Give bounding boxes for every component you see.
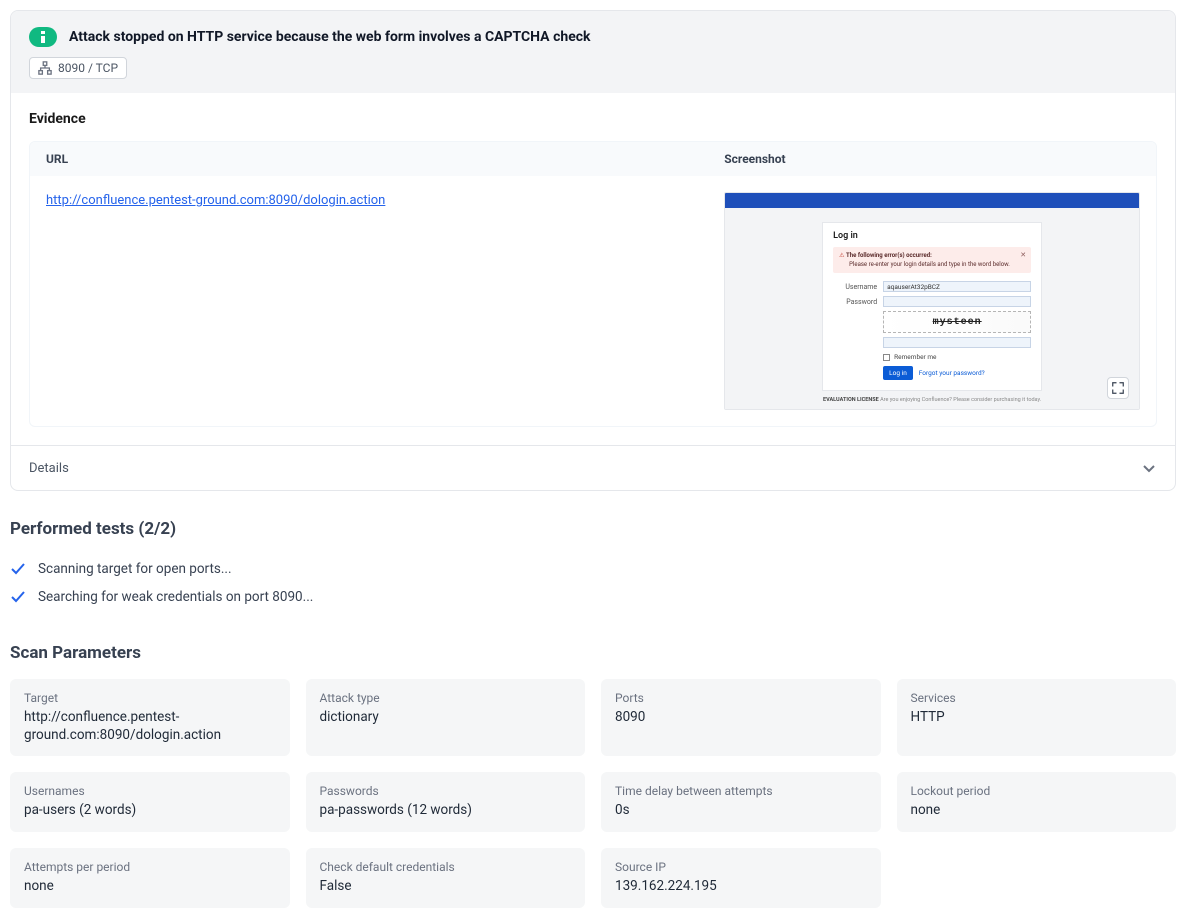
- chevron-down-icon: [1141, 460, 1157, 476]
- performed-tests-list: Scanning target for open ports... Search…: [10, 555, 1176, 611]
- screenshot-captcha-input: [883, 337, 1031, 348]
- scan-parameter: Source IP 139.162.224.195: [601, 848, 881, 908]
- column-header-screenshot: Screenshot: [724, 152, 1140, 166]
- scan-parameters-grid: Target http://confluence.pentest-ground.c…: [10, 679, 1176, 908]
- scan-parameter: Attack type dictionary: [306, 679, 586, 756]
- close-icon: ✕: [1020, 251, 1026, 259]
- scan-parameter-label: Ports: [615, 691, 867, 705]
- scan-parameter-label: Time delay between attempts: [615, 784, 867, 798]
- scan-parameter-label: Services: [911, 691, 1163, 705]
- scan-parameter-label: Passwords: [320, 784, 572, 798]
- scan-parameter-value: 139.162.224.195: [615, 878, 867, 896]
- scan-parameter: Ports 8090: [601, 679, 881, 756]
- scan-parameters-heading: Scan Parameters: [10, 643, 1176, 663]
- scan-parameter: Lockout period none: [897, 772, 1177, 832]
- severity-badge-info: [29, 27, 57, 47]
- evidence-row: http://confluence.pentest-ground.com:809…: [30, 176, 1156, 426]
- details-label: Details: [29, 461, 69, 476]
- finding-card: Attack stopped on HTTP service because t…: [10, 10, 1176, 491]
- performed-test-item: Searching for weak credentials on port 8…: [10, 583, 1176, 611]
- screenshot-password-input: [883, 296, 1031, 307]
- scan-parameter-value: dictionary: [320, 709, 572, 727]
- scan-parameter: Attempts per period none: [10, 848, 290, 908]
- warning-icon: ⚠: [839, 252, 844, 259]
- scan-parameter-label: Attempts per period: [24, 860, 276, 874]
- evidence-screenshot[interactable]: Log in ⚠ The following error(s) occurred…: [724, 192, 1140, 410]
- evidence-url-link[interactable]: http://confluence.pentest-ground.com:809…: [46, 193, 385, 208]
- scan-parameter: Time delay between attempts 0s: [601, 772, 881, 832]
- scan-parameter-value: pa-passwords (12 words): [320, 802, 572, 820]
- screenshot-remember-label: Remember me: [894, 353, 936, 361]
- screenshot-remember-checkbox: [883, 354, 890, 361]
- screenshot-forgot-link: Forgot your password?: [919, 369, 985, 377]
- finding-header: Attack stopped on HTTP service because t…: [11, 11, 1175, 93]
- screenshot-top-bar: [725, 193, 1139, 208]
- scan-parameter: Passwords pa-passwords (12 words): [306, 772, 586, 832]
- column-header-url: URL: [46, 152, 724, 166]
- scan-parameter-value: False: [320, 878, 572, 896]
- screenshot-username-label: Username: [833, 283, 877, 291]
- scan-parameter-value: 8090: [615, 709, 867, 727]
- scan-parameter-value: HTTP: [911, 709, 1163, 727]
- scan-parameter: Services HTTP: [897, 679, 1177, 756]
- scan-parameter-value: http://confluence.pentest-ground.com:809…: [24, 709, 276, 744]
- scan-parameter-value: none: [24, 878, 276, 896]
- port-chip: 8090 / TCP: [29, 57, 127, 79]
- screenshot-username-input: aqauserAt32pBCZ: [883, 281, 1031, 292]
- scan-parameter-value: 0s: [615, 802, 867, 820]
- scan-parameter-label: Lockout period: [911, 784, 1163, 798]
- screenshot-password-label: Password: [833, 298, 877, 306]
- scan-parameter-label: Attack type: [320, 691, 572, 705]
- screenshot-login-panel: Log in ⚠ The following error(s) occurred…: [822, 222, 1042, 391]
- check-icon: [10, 589, 26, 605]
- port-chip-text: 8090 / TCP: [58, 61, 118, 75]
- evidence-table: URL Screenshot http://confluence.pentest…: [29, 141, 1157, 427]
- screenshot-eval-line: EVALUATION LICENSE Are you enjoying Conf…: [823, 397, 1041, 403]
- screenshot-error-box: ⚠ The following error(s) occurred: Pleas…: [833, 247, 1031, 273]
- screenshot-captcha-image: mysteen: [883, 311, 1031, 333]
- scan-parameter-value: none: [911, 802, 1163, 820]
- scan-parameter: Usernames pa-users (2 words): [10, 772, 290, 832]
- details-toggle[interactable]: Details: [11, 445, 1175, 490]
- evidence-section: Evidence URL Screenshot http://confluenc…: [11, 93, 1175, 445]
- scan-parameter: Target http://confluence.pentest-ground.c…: [10, 679, 290, 756]
- scan-parameter-value: pa-users (2 words): [24, 802, 276, 820]
- evidence-table-header: URL Screenshot: [30, 142, 1156, 176]
- expand-screenshot-button[interactable]: [1107, 377, 1129, 399]
- screenshot-login-button: Log in: [883, 366, 913, 380]
- scan-parameter-label: Check default credentials: [320, 860, 572, 874]
- scan-parameter-label: Target: [24, 691, 276, 705]
- scan-parameter-label: Usernames: [24, 784, 276, 798]
- finding-title: Attack stopped on HTTP service because t…: [69, 29, 591, 45]
- evidence-heading: Evidence: [29, 111, 1157, 127]
- screenshot-login-title: Log in: [833, 231, 1031, 241]
- check-icon: [10, 561, 26, 577]
- scan-parameter: Check default credentials False: [306, 848, 586, 908]
- scan-parameter-label: Source IP: [615, 860, 867, 874]
- screenshot-body: Log in ⚠ The following error(s) occurred…: [725, 208, 1139, 409]
- performed-test-item: Scanning target for open ports...: [10, 555, 1176, 583]
- performed-tests-heading: Performed tests (2/2): [10, 519, 1176, 539]
